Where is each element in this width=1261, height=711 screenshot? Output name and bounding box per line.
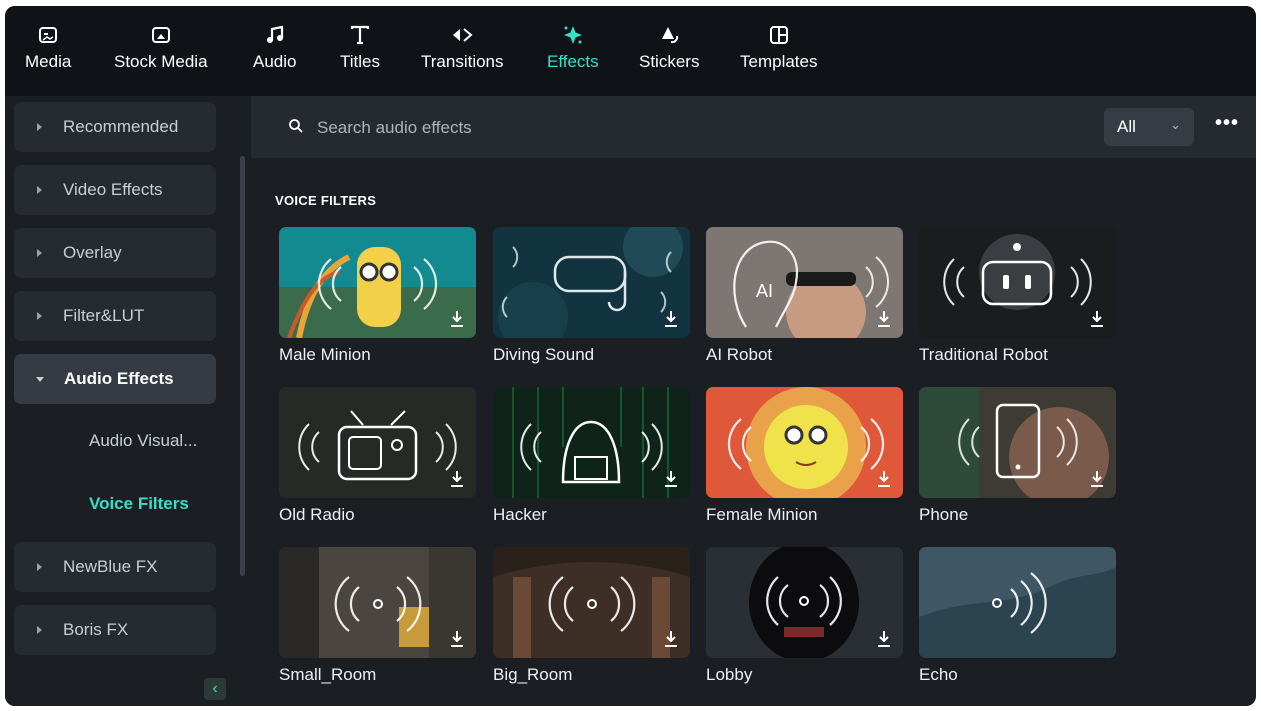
more-options-button[interactable]: ••• [1215, 113, 1243, 137]
ai-badge-text: AI [756, 281, 773, 301]
echo-thumbnail [919, 547, 1116, 658]
sidebar-item-label: Filter&LUT [63, 306, 145, 325]
caret-right-icon [37, 249, 42, 257]
download-icon[interactable] [873, 308, 895, 330]
search-icon [289, 119, 303, 133]
hacker-thumbnail [493, 387, 690, 498]
effect-name: Traditional Robot [919, 345, 1048, 364]
tab-stock-media[interactable]: Stock Media [114, 24, 208, 72]
download-icon[interactable] [446, 628, 468, 650]
download-icon[interactable] [873, 468, 895, 490]
effects-main-area: All ⌄ ••• VOICE FILTERS Male Minion Divi… [251, 96, 1256, 706]
effect-name: Male Minion [279, 345, 371, 364]
traditional-robot-thumbnail [919, 227, 1116, 338]
phone-thumbnail [919, 387, 1116, 498]
tab-effects-label: Effects [547, 52, 599, 71]
tab-transitions[interactable]: Transitions [421, 24, 504, 72]
small-room-thumbnail [279, 547, 476, 658]
female-minion-thumbnail [706, 387, 903, 498]
tab-titles-label: Titles [340, 52, 380, 71]
ai-robot-thumbnail: AI [706, 227, 903, 338]
download-icon[interactable] [660, 308, 682, 330]
media-icon [39, 27, 58, 43]
effects-panel-window: Media Stock Media Audio Titles Transitio… [5, 6, 1256, 706]
tab-stickers[interactable]: Stickers [639, 24, 699, 72]
tab-templates[interactable]: Templates [740, 24, 817, 72]
tab-titles[interactable]: Titles [340, 24, 380, 72]
tab-audio[interactable]: Audio [253, 24, 296, 72]
music-note-icon [266, 25, 283, 43]
effect-name: Lobby [706, 665, 753, 684]
caret-right-icon [37, 186, 42, 194]
old-radio-thumbnail [279, 387, 476, 498]
search-bar: All ⌄ ••• [251, 96, 1256, 158]
tab-effects[interactable]: Effects [547, 24, 599, 72]
caret-right-icon [37, 312, 42, 320]
effect-name: Hacker [493, 505, 547, 524]
effect-name: Female Minion [706, 505, 818, 524]
transitions-icon [453, 28, 473, 42]
tab-media-label: Media [25, 52, 72, 71]
download-icon[interactable] [660, 468, 682, 490]
tab-stickers-label: Stickers [639, 52, 700, 71]
stickers-icon [662, 27, 679, 44]
sidebar-subitem-voice-filters[interactable]: Voice Filters [89, 494, 189, 514]
search-input[interactable] [315, 110, 919, 146]
download-icon[interactable] [446, 308, 468, 330]
sidebar-scrollbar[interactable] [240, 156, 245, 576]
download-icon[interactable] [1086, 308, 1108, 330]
sidebar-item-label: Audio Effects [64, 369, 174, 388]
effect-name: Small_Room [279, 665, 377, 684]
sidebar-item-filter-lut[interactable]: Filter&LUT [14, 291, 216, 341]
diving-sound-thumbnail [493, 227, 690, 338]
sidebar-item-audio-effects[interactable]: Audio Effects [14, 354, 216, 404]
top-toolbar: Media Stock Media Audio Titles Transitio… [5, 6, 1256, 96]
download-icon[interactable] [873, 628, 895, 650]
sidebar-item-video-effects[interactable]: Video Effects [14, 165, 216, 215]
sidebar-item-label: Recommended [63, 117, 179, 136]
stock-media-icon [151, 27, 170, 43]
sidebar-item-label: NewBlue FX [63, 557, 158, 576]
sidebar-item-boris-fx[interactable]: Boris FX [14, 605, 216, 655]
templates-icon [769, 26, 788, 44]
filter-dropdown-value: All [1117, 117, 1136, 136]
effect-name: Old Radio [279, 505, 355, 524]
tab-audio-label: Audio [253, 52, 297, 71]
caret-right-icon [37, 123, 42, 131]
effect-name: Phone [919, 505, 969, 524]
sidebar-item-overlay[interactable]: Overlay [14, 228, 216, 278]
lobby-thumbnail [706, 547, 903, 658]
sparkle-icon [563, 26, 582, 44]
download-icon[interactable] [1086, 468, 1108, 490]
caret-right-icon [37, 563, 42, 571]
filter-dropdown[interactable]: All ⌄ [1104, 108, 1194, 146]
effect-name: Diving Sound [493, 345, 595, 364]
sidebar-item-newblue-fx[interactable]: NewBlue FX [14, 542, 216, 592]
section-title: VOICE FILTERS [275, 193, 377, 208]
sidebar-item-label: Overlay [63, 243, 122, 262]
big-room-thumbnail [493, 547, 690, 658]
text-t-icon [350, 25, 370, 45]
chevron-down-icon: ⌄ [1170, 117, 1181, 132]
effect-name: Echo [919, 665, 958, 684]
tab-stock-media-label: Stock Media [114, 52, 208, 71]
caret-right-icon [37, 626, 42, 634]
caret-down-icon [36, 376, 44, 382]
sidebar-item-recommended[interactable]: Recommended [14, 102, 216, 152]
sidebar-subitem-audio-visualizer[interactable]: Audio Visual... [89, 431, 197, 451]
category-sidebar: Recommended Video Effects Overlay Filter… [5, 96, 245, 706]
sidebar-item-label: Video Effects [63, 180, 163, 199]
effect-name: AI Robot [706, 345, 773, 364]
male-minion-thumbnail [279, 227, 476, 338]
tab-templates-label: Templates [740, 52, 818, 71]
tab-media[interactable]: Media [25, 24, 71, 72]
tab-transitions-label: Transitions [421, 52, 504, 71]
download-icon[interactable] [660, 628, 682, 650]
download-icon[interactable] [446, 468, 468, 490]
effect-name: Big_Room [493, 665, 573, 684]
sidebar-item-label: Boris FX [63, 620, 129, 639]
collapse-sidebar-button[interactable]: ‹ [204, 678, 226, 700]
